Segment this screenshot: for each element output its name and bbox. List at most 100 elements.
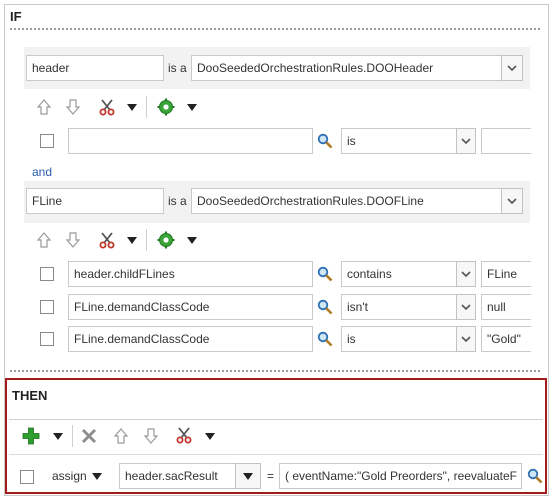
condition-search-button[interactable] <box>315 297 335 317</box>
action-row-divider <box>9 454 543 455</box>
condition-left-operand[interactable]: FLine.demandClassCode <box>68 294 313 320</box>
fact-type-dropdown-button[interactable] <box>501 55 523 81</box>
toolbar-separator <box>146 96 147 118</box>
action-verb-label: assign <box>52 469 87 483</box>
condition-checkbox[interactable] <box>40 134 54 148</box>
toolbar-separator <box>146 229 147 251</box>
condition-right-operand[interactable] <box>481 128 531 154</box>
condition-operator-dropdown[interactable] <box>456 128 476 154</box>
is-a-label: is a <box>168 61 187 75</box>
chevron-down-icon <box>461 270 471 277</box>
toolbar-separator <box>72 425 73 447</box>
search-icon <box>317 299 333 315</box>
arrow-up-icon <box>37 232 51 248</box>
delete-icon <box>81 428 97 444</box>
caret-down-icon <box>127 236 137 244</box>
caret-down-icon <box>127 103 137 111</box>
caret-down-icon <box>187 103 197 111</box>
cut-button[interactable] <box>173 425 195 445</box>
condition-search-button[interactable] <box>315 264 335 284</box>
fact-type-select[interactable]: DooSeededOrchestrationRules.DOOFLine <box>191 188 501 214</box>
equals-label: = <box>267 469 275 483</box>
advanced-menu-dropdown[interactable] <box>184 99 200 115</box>
condition-operator-dropdown[interactable] <box>456 261 476 287</box>
then-divider <box>9 419 543 420</box>
cut-menu-dropdown[interactable] <box>124 99 140 115</box>
chevron-down-icon <box>461 303 471 310</box>
condition-right-operand[interactable]: "Gold" <box>481 326 531 352</box>
condition-checkbox[interactable] <box>40 332 54 346</box>
condition-checkbox[interactable] <box>40 267 54 281</box>
then-section-title: THEN <box>12 388 48 403</box>
move-up-button[interactable] <box>111 426 131 446</box>
arrow-down-icon <box>66 232 80 248</box>
condition-operator-select[interactable]: is <box>341 326 456 352</box>
variable-name-field[interactable]: FLine <box>26 188 164 214</box>
action-verb-menu[interactable]: assign <box>52 463 102 489</box>
caret-down-icon <box>243 472 253 480</box>
action-target-dropdown[interactable] <box>235 463 261 489</box>
caret-down-icon <box>205 432 215 440</box>
condition-operator-select[interactable]: is <box>341 128 456 154</box>
caret-down-icon <box>187 236 197 244</box>
add-action-menu-dropdown[interactable] <box>50 428 66 444</box>
cut-button[interactable] <box>96 230 118 250</box>
search-icon <box>317 266 333 282</box>
move-down-button[interactable] <box>141 426 161 446</box>
condition-search-button[interactable] <box>315 131 335 151</box>
arrow-up-icon <box>37 99 51 115</box>
advanced-menu-dropdown[interactable] <box>184 232 200 248</box>
gear-icon <box>157 231 175 249</box>
chevron-down-icon <box>461 137 471 144</box>
chevron-down-icon <box>507 197 517 204</box>
add-action-button[interactable] <box>20 425 42 447</box>
action-value-field[interactable]: ( eventName:"Gold Preorders", reevaluate… <box>279 463 522 489</box>
variable-name-field[interactable]: header <box>26 55 164 81</box>
fact-type-dropdown-button[interactable] <box>501 188 523 214</box>
action-checkbox[interactable] <box>20 470 34 484</box>
condition-left-operand[interactable] <box>68 128 313 154</box>
scissors-icon <box>99 232 115 249</box>
gear-icon <box>157 98 175 116</box>
advanced-options-button[interactable] <box>155 230 177 250</box>
chevron-down-icon <box>461 335 471 342</box>
caret-down-icon <box>53 432 63 440</box>
action-value-search-button[interactable] <box>525 466 545 486</box>
advanced-options-button[interactable] <box>155 97 177 117</box>
action-target-select[interactable]: header.sacResult <box>119 463 235 489</box>
scissors-icon <box>176 427 192 444</box>
condition-operator-dropdown[interactable] <box>456 294 476 320</box>
condition-left-operand[interactable]: header.childFLines <box>68 261 313 287</box>
condition-left-operand[interactable]: FLine.demandClassCode <box>68 326 313 352</box>
add-icon <box>22 427 40 445</box>
if-section-title: IF <box>10 9 22 24</box>
move-down-button[interactable] <box>63 230 83 250</box>
move-down-button[interactable] <box>63 97 83 117</box>
condition-search-button[interactable] <box>315 329 335 349</box>
fact-type-select[interactable]: DooSeededOrchestrationRules.DOOHeader <box>191 55 501 81</box>
arrow-up-icon <box>114 428 128 444</box>
arrow-down-icon <box>144 428 158 444</box>
cut-button[interactable] <box>96 97 118 117</box>
condition-operator-select[interactable]: isn't <box>341 294 456 320</box>
condition-right-operand[interactable]: null <box>481 294 531 320</box>
search-icon <box>317 331 333 347</box>
if-dotted-separator <box>10 28 540 30</box>
cut-menu-dropdown[interactable] <box>124 232 140 248</box>
condition-operator-select[interactable]: contains <box>341 261 456 287</box>
search-icon <box>317 133 333 149</box>
search-icon <box>527 468 543 484</box>
arrow-down-icon <box>66 99 80 115</box>
move-up-button[interactable] <box>34 230 54 250</box>
and-connector-link[interactable]: and <box>32 165 52 179</box>
condition-checkbox[interactable] <box>40 300 54 314</box>
condition-right-operand[interactable]: FLine <box>481 261 531 287</box>
move-up-button[interactable] <box>34 97 54 117</box>
cut-menu-dropdown[interactable] <box>202 428 218 444</box>
is-a-label: is a <box>168 194 187 208</box>
chevron-down-icon <box>507 64 517 71</box>
caret-down-icon <box>91 472 102 480</box>
scissors-icon <box>99 99 115 116</box>
condition-operator-dropdown[interactable] <box>456 326 476 352</box>
delete-action-button[interactable] <box>79 426 99 446</box>
